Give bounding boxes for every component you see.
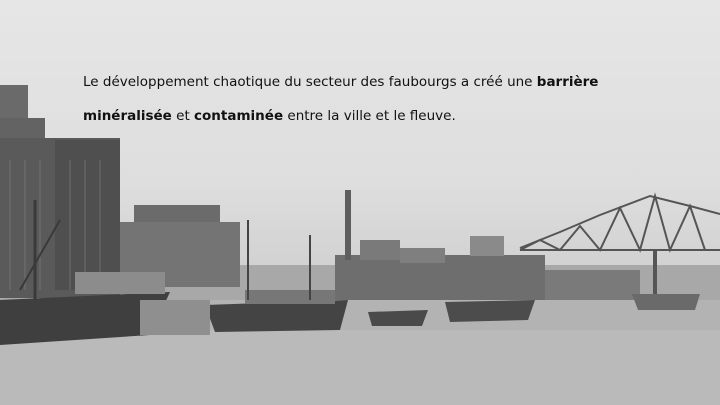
caption-text: entre la ville et le fleuve. [283, 108, 456, 124]
caption-line-1: Le développement chaotique du secteur de… [83, 74, 598, 90]
caption-emphasis-contaminee: contaminée [194, 108, 284, 124]
slide: Le développement chaotique du secteur de… [0, 0, 720, 405]
caption-line-2: minéralisée et contaminée entre la ville… [83, 108, 456, 124]
caption-text: et [171, 108, 195, 124]
caption-emphasis-barriere: barrière [536, 74, 599, 90]
caption-emphasis-mineralisee: minéralisée [83, 108, 172, 124]
caption-text: Le développement chaotique du secteur de… [83, 74, 537, 90]
warehouses [120, 190, 640, 300]
harbour-photo [0, 85, 720, 405]
